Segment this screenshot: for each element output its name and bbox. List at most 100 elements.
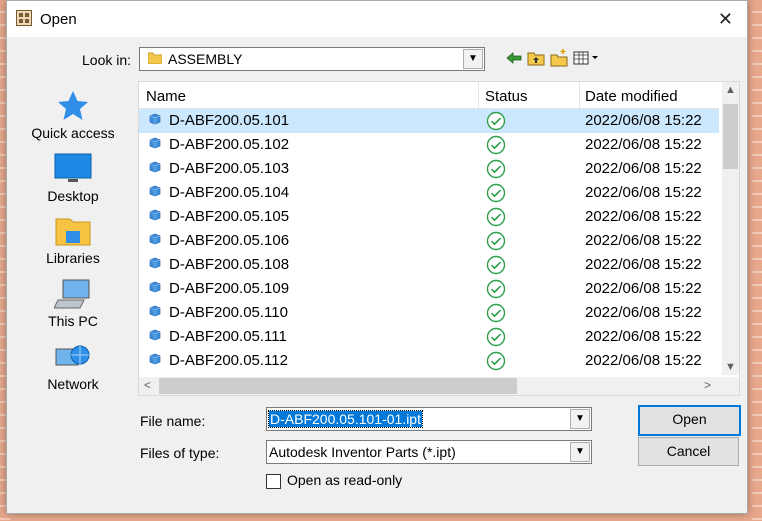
status-ok-icon bbox=[486, 351, 506, 371]
place-label: Libraries bbox=[46, 250, 100, 266]
vertical-scroll-thumb[interactable] bbox=[723, 104, 738, 169]
scroll-up-icon[interactable]: ▲ bbox=[722, 84, 739, 96]
back-icon[interactable] bbox=[505, 49, 523, 67]
horizontal-scroll-thumb[interactable] bbox=[159, 378, 517, 394]
view-menu-icon[interactable] bbox=[573, 49, 601, 67]
part-file-icon bbox=[149, 209, 161, 221]
folder-icon bbox=[148, 52, 162, 64]
date-modified-cell: 2022/06/08 15:22 bbox=[585, 304, 702, 321]
scroll-right-icon[interactable]: > bbox=[704, 378, 711, 392]
scrollbar-corner bbox=[722, 377, 739, 395]
look-in-label: Look in: bbox=[82, 52, 132, 68]
place-desktop[interactable]: Desktop bbox=[25, 153, 121, 204]
file-row[interactable]: D-ABF200.05.108 2022/06/08 15:22 bbox=[139, 253, 719, 277]
part-file-icon bbox=[149, 233, 161, 245]
file-name-combo[interactable]: D-ABF200.05.101-01.ipt ▼ bbox=[266, 407, 592, 431]
file-name-label: File name: bbox=[140, 413, 206, 429]
part-file-icon bbox=[149, 137, 161, 149]
place-libraries[interactable]: Libraries bbox=[25, 215, 121, 266]
file-row[interactable]: D-ABF200.05.104 2022/06/08 15:22 bbox=[139, 181, 719, 205]
scroll-left-icon[interactable]: < bbox=[144, 378, 151, 392]
file-name-cell: D-ABF200.05.112 bbox=[169, 352, 288, 369]
file-list-header: Name Status Date modified bbox=[139, 82, 719, 109]
place-quick-access[interactable]: Quick access bbox=[25, 90, 121, 141]
horizontal-scrollbar[interactable]: < > bbox=[139, 377, 722, 395]
new-folder-icon[interactable] bbox=[550, 49, 568, 67]
file-name-cell: D-ABF200.05.111 bbox=[169, 328, 287, 345]
part-file-icon bbox=[149, 257, 161, 269]
status-ok-icon bbox=[486, 327, 506, 347]
part-file-icon bbox=[149, 161, 161, 173]
open-dialog: Open ✕ Look in: ASSEMBLY ▼ Quick access bbox=[6, 0, 748, 514]
vertical-scrollbar[interactable]: ▲ ▼ bbox=[722, 82, 739, 375]
column-date-modified[interactable]: Date modified bbox=[585, 88, 678, 105]
network-icon bbox=[55, 345, 90, 366]
file-type-label: Files of type: bbox=[140, 445, 220, 461]
up-folder-icon[interactable] bbox=[527, 49, 545, 67]
date-modified-cell: 2022/06/08 15:22 bbox=[585, 352, 702, 369]
date-modified-cell: 2022/06/08 15:22 bbox=[585, 136, 702, 153]
status-ok-icon bbox=[486, 303, 506, 323]
status-ok-icon bbox=[486, 159, 506, 179]
column-divider[interactable] bbox=[579, 82, 580, 108]
place-network[interactable]: Network bbox=[25, 341, 121, 392]
file-type-value: Autodesk Inventor Parts (*.ipt) bbox=[269, 444, 456, 460]
file-row[interactable]: D-ABF200.05.105 2022/06/08 15:22 bbox=[139, 205, 719, 229]
file-rows: D-ABF200.05.101 2022/06/08 15:22 D-ABF200.… bbox=[139, 109, 719, 373]
place-label: Desktop bbox=[47, 188, 99, 204]
column-status[interactable]: Status bbox=[485, 88, 528, 105]
part-file-icon bbox=[149, 353, 161, 365]
status-ok-icon bbox=[486, 135, 506, 155]
chevron-down-icon[interactable]: ▼ bbox=[463, 49, 483, 69]
place-label: Quick access bbox=[31, 125, 115, 141]
file-row[interactable]: D-ABF200.05.106 2022/06/08 15:22 bbox=[139, 229, 719, 253]
file-row[interactable]: D-ABF200.05.109 2022/06/08 15:22 bbox=[139, 277, 719, 301]
file-row[interactable]: D-ABF200.05.111 2022/06/08 15:22 bbox=[139, 325, 719, 349]
open-button[interactable]: Open bbox=[638, 405, 741, 436]
close-icon[interactable]: ✕ bbox=[718, 9, 733, 30]
desktop-icon bbox=[54, 153, 92, 182]
file-name-cell: D-ABF200.05.101 bbox=[169, 112, 290, 129]
date-modified-cell: 2022/06/08 15:22 bbox=[585, 280, 702, 297]
place-this-pc[interactable]: This PC bbox=[25, 278, 121, 329]
chevron-down-icon[interactable]: ▼ bbox=[570, 409, 590, 429]
file-row[interactable]: D-ABF200.05.103 2022/06/08 15:22 bbox=[139, 157, 719, 181]
date-modified-cell: 2022/06/08 15:22 bbox=[585, 232, 702, 249]
date-modified-cell: 2022/06/08 15:22 bbox=[585, 160, 702, 177]
part-file-icon bbox=[149, 329, 161, 341]
file-name-cell: D-ABF200.05.102 bbox=[169, 136, 290, 153]
column-name[interactable]: Name bbox=[146, 88, 186, 105]
part-file-icon bbox=[149, 305, 161, 317]
file-name-cell: D-ABF200.05.109 bbox=[169, 280, 290, 297]
file-type-dropdown[interactable]: Autodesk Inventor Parts (*.ipt) ▼ bbox=[266, 440, 592, 464]
status-ok-icon bbox=[486, 255, 506, 275]
file-row[interactable]: D-ABF200.05.101 2022/06/08 15:22 bbox=[139, 109, 719, 133]
file-row[interactable]: D-ABF200.05.110 2022/06/08 15:22 bbox=[139, 301, 719, 325]
scroll-down-icon[interactable]: ▼ bbox=[722, 361, 739, 373]
date-modified-cell: 2022/06/08 15:22 bbox=[585, 112, 702, 129]
star-icon bbox=[58, 91, 88, 120]
date-modified-cell: 2022/06/08 15:22 bbox=[585, 256, 702, 273]
cancel-button[interactable]: Cancel bbox=[638, 437, 739, 466]
column-divider[interactable] bbox=[478, 82, 479, 108]
file-row[interactable]: D-ABF200.05.102 2022/06/08 15:22 bbox=[139, 133, 719, 157]
part-file-icon bbox=[149, 185, 161, 197]
status-ok-icon bbox=[486, 183, 506, 203]
file-name-cell: D-ABF200.05.104 bbox=[169, 184, 290, 201]
look-in-value: ASSEMBLY bbox=[168, 51, 243, 67]
place-label: This PC bbox=[48, 313, 98, 329]
background-right bbox=[752, 0, 762, 521]
read-only-checkbox[interactable] bbox=[266, 474, 281, 489]
title-bar: Open ✕ bbox=[7, 1, 747, 37]
date-modified-cell: 2022/06/08 15:22 bbox=[585, 184, 702, 201]
chevron-down-icon[interactable]: ▼ bbox=[570, 442, 590, 462]
file-row[interactable]: D-ABF200.05.112 2022/06/08 15:22 bbox=[139, 349, 719, 373]
file-name-cell: D-ABF200.05.103 bbox=[169, 160, 290, 177]
part-file-icon bbox=[149, 113, 161, 125]
file-name-cell: D-ABF200.05.106 bbox=[169, 232, 290, 249]
part-file-icon bbox=[149, 281, 161, 293]
dialog-title: Open bbox=[40, 11, 77, 28]
file-list[interactable]: Name Status Date modified D-ABF200.05.10… bbox=[138, 81, 740, 396]
file-name-input[interactable]: D-ABF200.05.101-01.ipt bbox=[268, 410, 423, 428]
look-in-dropdown[interactable]: ASSEMBLY ▼ bbox=[139, 47, 485, 71]
